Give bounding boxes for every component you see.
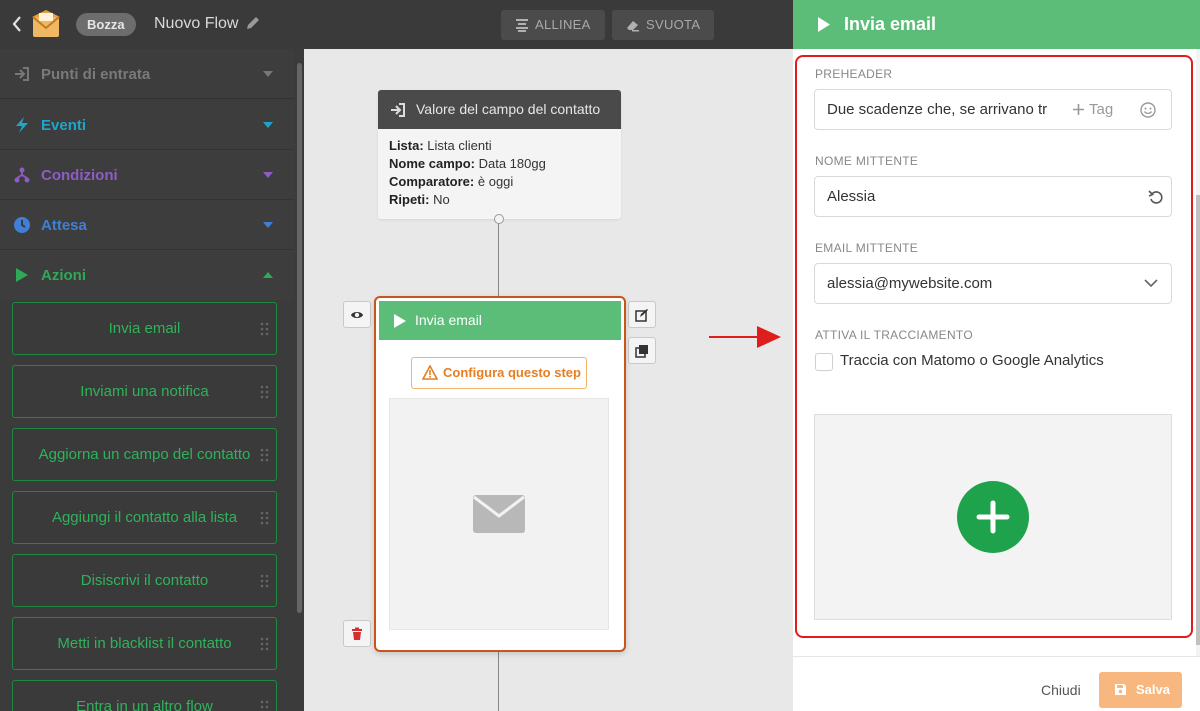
align-center-icon <box>516 19 528 32</box>
sidebar-section-actions[interactable]: Azioni <box>0 250 294 300</box>
align-button[interactable]: ALLINEA <box>501 10 605 40</box>
delete-button[interactable] <box>343 620 371 647</box>
sign-in-icon <box>15 67 29 81</box>
bolt-icon <box>16 117 28 133</box>
drag-handle-icon[interactable] <box>260 322 270 336</box>
action-blacklist[interactable]: Metti in blacklist il contatto <box>12 617 277 670</box>
highlight-frame <box>795 55 1193 638</box>
action-unsubscribe[interactable]: Disiscrivi il contatto <box>12 554 277 607</box>
drag-handle-icon[interactable] <box>260 700 270 711</box>
clock-icon <box>14 217 30 233</box>
panel-footer: Chiudi Salva <box>793 656 1200 711</box>
action-send-notification[interactable]: Inviami una notifica <box>12 365 277 418</box>
drag-handle-icon[interactable] <box>260 637 270 651</box>
top-bar: Bozza Nuovo Flow ALLINEA SVUOTA <box>0 0 793 49</box>
sidebar-section-conditions[interactable]: Condizioni <box>0 150 294 200</box>
action-send-email[interactable]: Invia email <box>12 302 277 355</box>
eye-icon <box>351 312 363 318</box>
trigger-node-details: Lista: Lista clienti Nome campo: Data 18… <box>389 138 546 207</box>
sidebar-section-entry-points[interactable]: Punti di entrata <box>0 49 294 99</box>
eraser-icon <box>627 21 639 32</box>
caret-down-icon <box>263 222 273 228</box>
save-icon <box>1115 684 1126 695</box>
send-email-node-header: Invia email <box>379 301 621 340</box>
logo <box>32 10 60 37</box>
sidebar-section-wait[interactable]: Attesa <box>0 200 294 250</box>
sign-in-icon <box>391 103 405 117</box>
preview-button[interactable] <box>343 301 371 328</box>
play-icon <box>394 314 406 328</box>
pencil-icon[interactable] <box>245 15 261 31</box>
action-update-contact-field[interactable]: Aggiorna un campo del contatto <box>12 428 277 481</box>
envelope-icon <box>473 495 525 533</box>
connector-line <box>498 652 499 711</box>
play-icon <box>818 17 830 32</box>
step-config-panel: Invia email PREHEADER Due scadenze che, … <box>793 0 1200 711</box>
sidebar-scrollbar-thumb[interactable] <box>297 63 302 613</box>
drag-handle-icon[interactable] <box>260 385 270 399</box>
arrow-right-icon <box>709 326 781 348</box>
caret-down-icon <box>263 172 273 178</box>
sidebar: Punti di entrata Eventi Condizioni Attes… <box>0 49 294 711</box>
caret-up-icon <box>263 272 273 278</box>
caret-down-icon <box>263 122 273 128</box>
configure-step-button[interactable]: Configura questo step <box>411 357 587 389</box>
edit-icon <box>635 309 648 322</box>
chevron-left-icon[interactable] <box>10 14 24 34</box>
trigger-node-header: Valore del campo del contatto <box>378 90 621 129</box>
save-button[interactable]: Salva <box>1099 672 1182 708</box>
connector-handle[interactable] <box>494 214 504 224</box>
connector-line <box>498 219 499 296</box>
copy-icon <box>635 345 648 358</box>
sitemap-icon <box>14 167 30 183</box>
play-icon <box>16 268 28 282</box>
drag-handle-icon[interactable] <box>260 574 270 588</box>
panel-header: Invia email <box>793 0 1200 49</box>
action-enter-other-flow[interactable]: Entra in un altro flow <box>12 680 277 711</box>
drag-handle-icon[interactable] <box>260 448 270 462</box>
edit-button[interactable] <box>628 301 656 328</box>
trash-icon <box>352 627 362 640</box>
flow-title: Nuovo Flow <box>154 15 239 32</box>
send-email-node[interactable]: Invia email Configura questo step <box>374 296 626 652</box>
duplicate-button[interactable] <box>628 337 656 364</box>
caret-down-icon <box>263 71 273 77</box>
status-badge: Bozza <box>76 13 136 36</box>
panel-scrollbar-thumb[interactable] <box>1196 195 1200 645</box>
trigger-node[interactable]: Valore del campo del contatto Lista: Lis… <box>378 90 621 219</box>
clear-button[interactable]: SVUOTA <box>612 10 714 40</box>
warning-icon <box>422 365 438 380</box>
action-add-to-list[interactable]: Aggiungi il contatto alla lista <box>12 491 277 544</box>
sidebar-section-events[interactable]: Eventi <box>0 100 294 150</box>
email-preview <box>389 398 609 630</box>
close-button[interactable]: Chiudi <box>1041 682 1081 698</box>
drag-handle-icon[interactable] <box>260 511 270 525</box>
